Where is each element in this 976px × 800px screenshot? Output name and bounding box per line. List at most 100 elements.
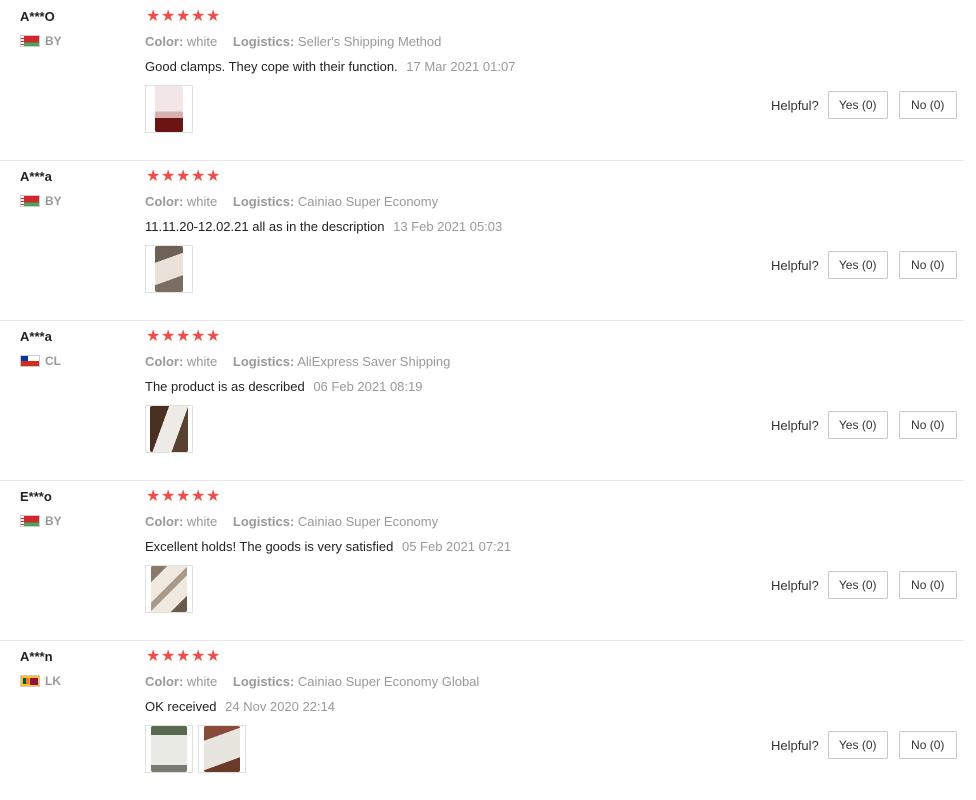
star-icon: ★ [146, 8, 162, 25]
reviewer-country: CL [20, 354, 61, 368]
country-code: BY [45, 514, 62, 528]
helpful-no-button[interactable]: No (0) [898, 411, 957, 439]
star-icon: ★ [176, 488, 192, 505]
logistics-label: Logistics: [232, 674, 295, 689]
review-meta: Color: white Logistics: AliExpress Saver… [145, 354, 462, 369]
color-value: white [186, 354, 218, 369]
review-meta: Color: white Logistics: Cainiao Super Ec… [145, 194, 450, 209]
review-item: E***o BY ★ ★ ★ ★ ★ Color: white Logistics: C… [0, 480, 964, 641]
helpful-yes-button[interactable]: Yes (0) [827, 251, 888, 279]
review-text: OK received [145, 699, 217, 714]
reviewer-country: BY [20, 194, 62, 208]
review-text: Excellent holds! The goods is very satis… [145, 539, 394, 554]
star-icon: ★ [191, 168, 207, 185]
photo-image [155, 86, 183, 132]
color-label: Color: [145, 194, 184, 209]
helpful-no-button[interactable]: No (0) [898, 251, 957, 279]
color-label: Color: [145, 34, 184, 49]
star-icon: ★ [191, 328, 207, 345]
review-item: A***n LK ★ ★ ★ ★ ★ Color: white Logistics: C… [0, 640, 964, 800]
review-date: 06 Feb 2021 08:19 [313, 379, 423, 394]
color-value: white [186, 194, 218, 209]
reviewer-name: A***a [20, 169, 52, 184]
photo-image [155, 246, 183, 292]
country-code: LK [45, 674, 61, 688]
country-code: BY [45, 34, 62, 48]
helpful-vote: Helpful? Yes (0) No (0) [771, 571, 957, 599]
belarus-flag-icon [20, 515, 40, 527]
logistics-value: AliExpress Saver Shipping [297, 354, 451, 369]
review-photos [145, 725, 246, 773]
star-rating: ★ ★ ★ ★ ★ [146, 489, 221, 505]
logistics-label: Logistics: [232, 34, 295, 49]
review-feedback: OK received 24 Nov 2020 22:14 [145, 699, 335, 714]
review-item: A***O BY ★ ★ ★ ★ ★ Color: white Logistics: S… [0, 0, 964, 161]
country-code: CL [45, 354, 61, 368]
photo-image [151, 566, 187, 612]
color-label: Color: [145, 514, 184, 529]
star-icon: ★ [176, 168, 192, 185]
review-photo-thumbnail[interactable] [145, 85, 193, 133]
reviewer-country: LK [20, 674, 61, 688]
star-icon: ★ [206, 648, 222, 665]
logistics-value: Cainiao Super Economy [297, 514, 439, 529]
review-text: 11.11.20-12.02.21 all as in the descript… [145, 219, 385, 234]
helpful-yes-button[interactable]: Yes (0) [827, 411, 888, 439]
helpful-vote: Helpful? Yes (0) No (0) [771, 251, 957, 279]
helpful-no-button[interactable]: No (0) [898, 731, 957, 759]
review-photo-thumbnail[interactable] [145, 245, 193, 293]
star-icon: ★ [161, 168, 177, 185]
review-meta: Color: white Logistics: Cainiao Super Ec… [145, 514, 450, 529]
logistics-label: Logistics: [232, 354, 295, 369]
review-photo-thumbnail[interactable] [145, 405, 193, 453]
review-date: 05 Feb 2021 07:21 [401, 539, 512, 554]
review-text: The product is as described [145, 379, 305, 394]
helpful-vote: Helpful? Yes (0) No (0) [771, 731, 957, 759]
helpful-yes-button[interactable]: Yes (0) [827, 731, 888, 759]
star-icon: ★ [161, 648, 177, 665]
chile-flag-icon [20, 355, 40, 367]
color-value: white [186, 674, 218, 689]
review-date: 24 Nov 2020 22:14 [225, 699, 336, 714]
review-feedback: Good clamps. They cope with their functi… [145, 59, 515, 74]
helpful-no-button[interactable]: No (0) [898, 91, 957, 119]
star-icon: ★ [146, 488, 162, 505]
helpful-vote: Helpful? Yes (0) No (0) [771, 411, 957, 439]
star-rating: ★ ★ ★ ★ ★ [146, 169, 221, 185]
star-icon: ★ [206, 328, 222, 345]
helpful-vote: Helpful? Yes (0) No (0) [771, 91, 957, 119]
helpful-no-button[interactable]: No (0) [898, 571, 957, 599]
review-date: 13 Feb 2021 05:03 [393, 219, 503, 234]
star-icon: ★ [206, 8, 222, 25]
helpful-label: Helpful? [771, 417, 819, 433]
helpful-label: Helpful? [771, 97, 819, 113]
logistics-label: Logistics: [232, 194, 295, 209]
review-photo-thumbnail[interactable] [198, 725, 246, 773]
review-feedback: The product is as described 06 Feb 2021 … [145, 379, 422, 394]
star-rating: ★ ★ ★ ★ ★ [146, 9, 221, 25]
star-icon: ★ [146, 648, 162, 665]
logistics-value: Seller's Shipping Method [297, 34, 442, 49]
review-photo-thumbnail[interactable] [145, 565, 193, 613]
helpful-yes-button[interactable]: Yes (0) [827, 91, 888, 119]
review-feedback: 11.11.20-12.02.21 all as in the descript… [145, 219, 502, 234]
logistics-label: Logistics: [232, 514, 295, 529]
belarus-flag-icon [20, 195, 40, 207]
star-icon: ★ [146, 328, 162, 345]
review-item: A***a CL ★ ★ ★ ★ ★ Color: white Logistics: A… [0, 320, 964, 481]
helpful-label: Helpful? [771, 577, 819, 593]
reviewer-name: A***n [20, 649, 53, 664]
belarus-flag-icon [20, 35, 40, 47]
review-meta: Color: white Logistics: Cainiao Super Ec… [145, 674, 491, 689]
logistics-value: Cainiao Super Economy Global [297, 674, 480, 689]
photo-image [204, 726, 240, 772]
review-photos [145, 565, 193, 613]
review-photos [145, 85, 193, 133]
reviewer-country: BY [20, 34, 62, 48]
review-photos [145, 405, 193, 453]
star-icon: ★ [176, 648, 192, 665]
review-photo-thumbnail[interactable] [145, 725, 193, 773]
reviewer-name: A***O [20, 9, 55, 24]
helpful-yes-button[interactable]: Yes (0) [827, 571, 888, 599]
star-icon: ★ [176, 8, 192, 25]
